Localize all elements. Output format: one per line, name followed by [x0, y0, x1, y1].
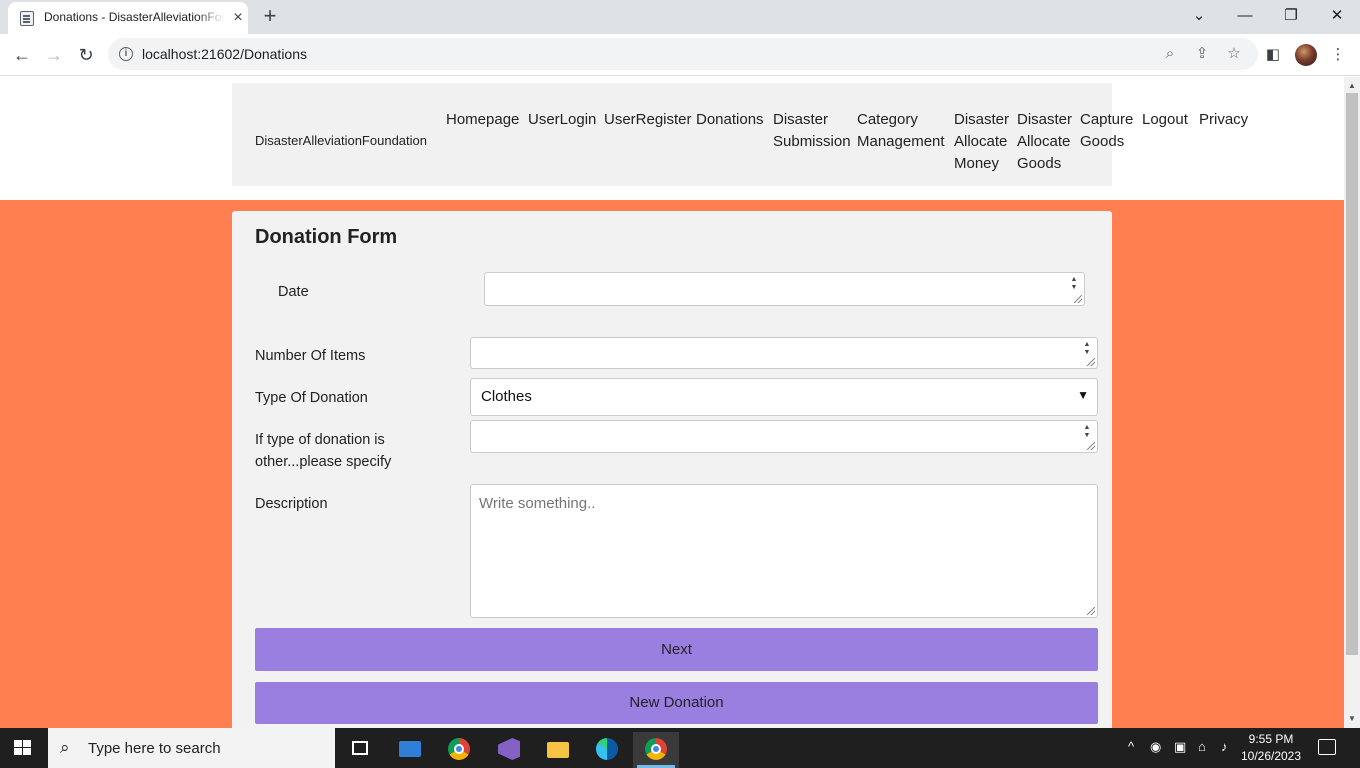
scroll-thumb[interactable] [1346, 93, 1358, 655]
tab-title: Donations - DisasterAlleviationFoundatio… [44, 10, 224, 24]
other-type-input[interactable]: ▲ ▼ [470, 420, 1098, 453]
browser-tab[interactable]: Donations - DisasterAlleviationFoundatio… [8, 2, 248, 34]
nav-donations[interactable]: Donations [696, 109, 764, 131]
clock-time: 9:55 PM [1248, 732, 1294, 746]
site-navbar: DisasterAlleviationFoundation Homepage U… [232, 83, 1248, 186]
next-button[interactable]: Next [255, 628, 1098, 671]
chevron-down-icon: ▼ [1077, 388, 1089, 402]
type-of-donation-label: Type Of Donation [255, 390, 368, 406]
form-title: Donation Form [255, 226, 398, 248]
nav-capture-goods[interactable]: Capture Goods [1080, 109, 1133, 153]
resize-handle-icon[interactable] [1087, 607, 1095, 615]
chrome-active-app-icon[interactable] [633, 732, 679, 768]
resize-handle-icon[interactable] [1074, 295, 1082, 303]
date-input[interactable]: ▲ ▼ [484, 272, 1085, 306]
nav-disaster-allocate-goods[interactable]: Disaster Allocate Goods [1017, 109, 1072, 175]
resize-handle-icon[interactable] [1087, 358, 1095, 366]
nav-logout[interactable]: Logout [1142, 109, 1188, 131]
date-spinner-icon[interactable]: ▲ ▼ [1069, 276, 1079, 292]
windows-start-icon[interactable] [14, 740, 32, 756]
restore-button[interactable]: ❐ [1268, 2, 1314, 30]
chrome-app-icon[interactable] [436, 732, 482, 768]
page-viewport: DisasterAlleviationFoundation Homepage U… [0, 77, 1344, 728]
date-label: Date [278, 284, 309, 300]
scroll-down-icon[interactable]: ▼ [1344, 712, 1360, 726]
network-drive-icon[interactable]: ◉ [1150, 739, 1161, 755]
taskbar-search-box[interactable]: ⌕ Type here to search [48, 728, 335, 768]
new-donation-button[interactable]: New Donation [255, 682, 1098, 724]
description-label: Description [255, 496, 328, 512]
number-of-items-input[interactable]: ▲ ▼ [470, 337, 1098, 369]
page-favicon-icon [20, 11, 34, 26]
site-info-icon[interactable]: i [119, 47, 133, 61]
type-of-donation-value: Clothes [481, 388, 532, 405]
site-brand[interactable]: DisasterAlleviationFoundation [255, 133, 427, 148]
nav-disaster-allocate-money[interactable]: Disaster Allocate Money [954, 109, 1009, 175]
browser-tab-strip: Donations - DisasterAlleviationFoundatio… [0, 0, 1360, 34]
visual-studio-app-icon[interactable] [486, 732, 532, 768]
clock-date: 10/26/2023 [1240, 749, 1302, 763]
browser-toolbar: ← → ↻ i localhost:21602/Donations ⌕ ⇪ ☆ … [0, 34, 1360, 76]
file-explorer-app-icon[interactable] [535, 732, 581, 768]
mail-app-icon[interactable] [387, 732, 433, 768]
browser-menu-icon[interactable]: ⋮ [1327, 44, 1349, 66]
tab-search-dropdown-icon[interactable]: ⌄ [1176, 2, 1222, 30]
forward-arrow-icon[interactable]: → [41, 42, 67, 68]
show-hidden-icons-chevron-icon[interactable]: ^ [1128, 739, 1134, 754]
tab-close-icon[interactable]: × [230, 10, 246, 26]
nav-userregister[interactable]: UserRegister [604, 109, 692, 131]
description-placeholder: Write something.. [479, 495, 596, 512]
scroll-up-icon[interactable]: ▲ [1344, 79, 1360, 93]
meet-now-icon[interactable]: ▣ [1174, 739, 1186, 755]
url-text[interactable]: localhost:21602/Donations [142, 46, 307, 62]
search-icon: ⌕ [60, 738, 70, 757]
volume-icon[interactable]: ♪ [1221, 739, 1228, 754]
description-textarea[interactable]: Write something.. [470, 484, 1098, 618]
profile-avatar[interactable] [1295, 44, 1317, 66]
minimize-button[interactable]: — [1222, 2, 1268, 30]
donation-form: Donation Form Date ▲ ▼ Number Of Items ▲ ▼… [232, 211, 1112, 728]
nav-category-management[interactable]: Category Management [857, 109, 945, 153]
other-type-label: If type of donation is other...please spe… [255, 432, 392, 470]
wifi-network-icon[interactable]: ⌂ [1198, 739, 1206, 754]
nav-homepage[interactable]: Homepage [446, 109, 519, 131]
address-bar[interactable]: i localhost:21602/Donations ⌕ ⇪ ☆ [108, 38, 1258, 70]
share-icon[interactable]: ⇪ [1192, 44, 1212, 64]
resize-handle-icon[interactable] [1087, 442, 1095, 450]
side-panel-icon[interactable]: ◧ [1262, 44, 1284, 66]
nav-userlogin[interactable]: UserLogin [528, 109, 596, 131]
new-tab-button[interactable]: + [258, 4, 282, 28]
taskbar-search-placeholder: Type here to search [88, 740, 221, 757]
notification-center-icon[interactable] [1318, 739, 1336, 755]
task-view-icon[interactable] [337, 732, 383, 768]
edge-app-icon[interactable] [584, 732, 630, 768]
close-window-button[interactable]: ✕ [1314, 2, 1360, 30]
page-scrollbar[interactable]: ▲ ▼ [1344, 77, 1360, 728]
reload-icon[interactable]: ↻ [73, 42, 99, 68]
number-of-items-label: Number Of Items [255, 348, 366, 364]
windows-taskbar: ⌕ Type here to search ^ ◉ ▣ ⌂ ♪ 9:55 PM … [0, 728, 1360, 768]
items-spinner-icon[interactable]: ▲ ▼ [1082, 341, 1092, 357]
bookmark-star-icon[interactable]: ☆ [1224, 44, 1244, 64]
nav-privacy[interactable]: Privacy [1199, 109, 1248, 131]
back-arrow-icon[interactable]: ← [9, 42, 35, 68]
taskbar-clock[interactable]: 9:55 PM 10/26/2023 [1240, 731, 1302, 765]
nav-disaster-submission[interactable]: Disaster Submission [773, 109, 851, 153]
other-spinner-icon[interactable]: ▲ ▼ [1082, 424, 1092, 440]
zoom-icon[interactable]: ⌕ [1160, 44, 1180, 64]
type-of-donation-select[interactable]: Clothes ▼ [470, 378, 1098, 416]
